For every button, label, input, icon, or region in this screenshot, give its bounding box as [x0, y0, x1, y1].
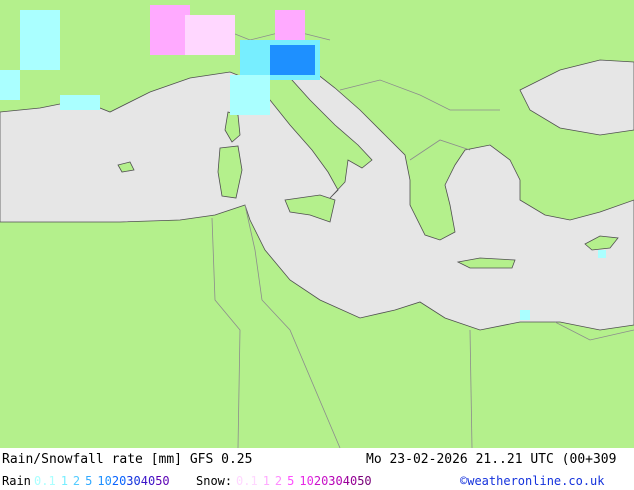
- rain-legend-item: 0.1: [34, 474, 56, 488]
- credit-link[interactable]: ©weatheronline.co.uk: [460, 474, 605, 488]
- snow-legend-item: 1: [262, 474, 270, 488]
- rain-legend-item: 40: [140, 474, 156, 488]
- snow-legend-item: 40: [342, 474, 358, 488]
- snow-legend-item: 50: [357, 474, 372, 488]
- snow-legend-label: Snow:: [196, 474, 233, 488]
- snow-legend-item: 5: [287, 474, 295, 488]
- rain-legend-item: 30: [126, 474, 141, 488]
- rain-legend: 0.1 1 2 5 1020304050: [34, 474, 170, 488]
- rain-legend-item: 20: [111, 474, 127, 488]
- rain-legend-item: 2: [72, 474, 81, 488]
- rain-legend-item: 50: [155, 474, 170, 488]
- snow-legend-item: 30: [328, 474, 343, 488]
- valid-time: Mo 23-02-2026 21..21 UTC (00+309: [366, 452, 617, 467]
- precipitation-map: [0, 0, 634, 448]
- snow-legend-item: 20: [313, 474, 329, 488]
- snow-legend-item: 0.1: [236, 474, 258, 488]
- map-title: Rain/Snowfall rate [mm] GFS 0.25: [2, 452, 253, 467]
- rain-legend-label: Rain: [2, 474, 31, 488]
- snow-legend: 0.1 1 2 5 1020304050: [236, 474, 372, 488]
- rain-legend-item: 5: [85, 474, 93, 488]
- snow-legend-item: 2: [274, 474, 283, 488]
- snow-legend-item: 10: [299, 474, 314, 488]
- rain-legend-item: 1: [60, 474, 68, 488]
- rain-legend-item: 10: [97, 474, 112, 488]
